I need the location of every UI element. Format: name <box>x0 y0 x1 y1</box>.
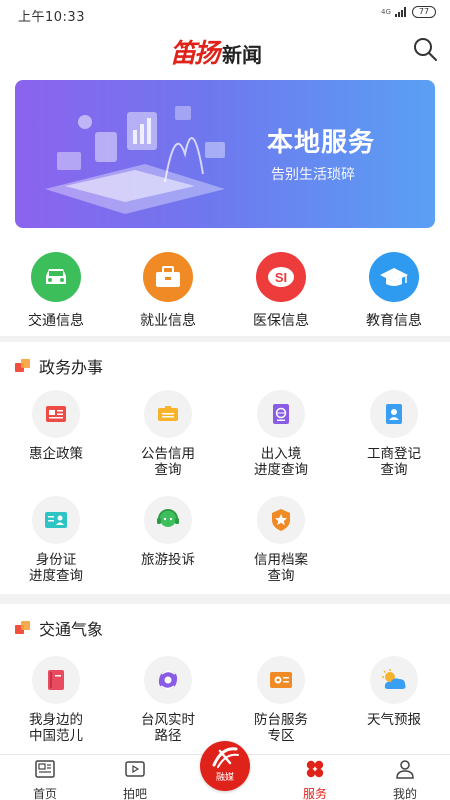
banner-section: 本地服务 告别生活琐碎 <box>0 70 450 240</box>
bottom-tab-bar: 首页 拍吧 融媒 服务 我的 <box>0 741 450 800</box>
quick-item-label: 就业信息 <box>140 313 196 329</box>
quick-item-medical[interactable]: SI 医保信息 <box>225 252 337 330</box>
gov-item-label: 出入境 进度查询 <box>254 446 308 478</box>
tab-label: 首页 <box>32 787 57 800</box>
traffic-item-weather[interactable]: 天气预报 <box>338 656 450 728</box>
traffic-item-label: 防台服务 专区 <box>254 712 308 744</box>
gov-item-policy[interactable]: 惠企政策 <box>0 390 112 462</box>
newspaper-icon <box>35 760 55 778</box>
brand-logo: 笛扬 <box>170 39 220 69</box>
traffic-section: 交通气象 我身边的 中国范儿 台风实时 路径 防台服务 专区 天气预报 <box>0 604 450 754</box>
car-icon <box>31 252 81 302</box>
tab-label: 服务 <box>302 787 327 800</box>
credit-badge-icon <box>257 496 305 544</box>
tab-mine[interactable]: 我的 <box>360 759 450 800</box>
announcement-icon <box>144 390 192 438</box>
id-card-icon <box>32 496 80 544</box>
status-indicators: 4G 77 <box>381 6 436 18</box>
section-marker-icon <box>15 359 33 373</box>
quick-item-employment[interactable]: 就业信息 <box>112 252 224 330</box>
business-license-icon <box>370 390 418 438</box>
banner-illustration <box>45 106 225 214</box>
brand-news-label: 新闻 <box>222 43 263 67</box>
gov-item-label: 旅游投诉 <box>141 552 195 568</box>
quick-services: 交通信息 就业信息 SI 医保信息 教育信息 <box>0 240 450 336</box>
gov-item-label: 工商登记 查询 <box>367 446 421 478</box>
user-icon <box>396 760 414 779</box>
traffic-item-typhoon-service[interactable]: 防台服务 专区 <box>225 656 337 744</box>
traffic-item-china-style[interactable]: 我身边的 中国范儿 <box>0 656 112 744</box>
social-security-icon: SI <box>256 252 306 302</box>
gov-item-label: 信用档案 查询 <box>254 552 308 584</box>
svg-text:SI: SI <box>275 270 287 285</box>
shelter-service-icon <box>257 656 305 704</box>
traffic-item-typhoon[interactable]: 台风实时 路径 <box>112 656 224 744</box>
tab-label: 拍吧 <box>122 787 147 800</box>
tab-rongmei[interactable]: 融媒 <box>200 741 250 791</box>
gov-item-label: 惠企政策 <box>29 446 83 462</box>
services-grid-icon <box>306 760 324 778</box>
app-logo: 笛扬 新闻 <box>170 33 262 70</box>
gov-item-exit-entry[interactable]: 出入境 进度查询 <box>225 390 337 478</box>
tab-label: 融媒 <box>215 773 234 783</box>
gov-section-header: 政务办事 <box>15 354 103 378</box>
search-icon[interactable] <box>412 36 438 62</box>
quick-item-label: 教育信息 <box>366 313 422 329</box>
tab-services[interactable]: 服务 <box>270 759 360 800</box>
network-type: 4G <box>381 7 391 16</box>
video-icon <box>125 761 145 777</box>
graduation-cap-icon <box>369 252 419 302</box>
traffic-item-label: 天气预报 <box>367 712 421 728</box>
banner-subtitle: 告别生活琐碎 <box>271 167 355 183</box>
quick-item-education[interactable]: 教育信息 <box>338 252 450 330</box>
tab-label: 我的 <box>392 787 417 800</box>
gov-item-tourism-complaint[interactable]: 旅游投诉 <box>112 496 224 568</box>
status-time: 上午10:33 <box>18 10 85 25</box>
status-bar: 上午10:33 4G 77 <box>0 0 450 26</box>
app-header: 笛扬 新闻 <box>0 26 450 70</box>
banner-title: 本地服务 <box>267 128 376 158</box>
customer-service-icon <box>144 496 192 544</box>
battery-icon: 77 <box>412 6 436 18</box>
media-logo-icon <box>212 747 239 768</box>
quick-item-label: 交通信息 <box>28 313 84 329</box>
quick-item-traffic[interactable]: 交通信息 <box>0 252 112 330</box>
traffic-item-label: 我身边的 中国范儿 <box>29 712 83 744</box>
tab-paiba[interactable]: 拍吧 <box>90 759 180 800</box>
policy-document-icon <box>32 390 80 438</box>
banner[interactable]: 本地服务 告别生活琐碎 <box>15 80 435 228</box>
briefcase-icon <box>143 252 193 302</box>
traffic-section-header: 交通气象 <box>15 616 103 640</box>
book-icon <box>32 656 80 704</box>
gov-section: 政务办事 惠企政策 公告信用 查询 出入境 进度查询 工商登记 查询 身份证 进… <box>0 342 450 594</box>
gov-item-label: 身份证 进度查询 <box>29 552 83 584</box>
gov-item-id-card[interactable]: 身份证 进度查询 <box>0 496 112 584</box>
weather-icon <box>370 656 418 704</box>
signal-icon <box>395 7 406 17</box>
section-title: 政务办事 <box>39 358 104 377</box>
section-marker-icon <box>15 621 33 635</box>
gov-item-credit-notice[interactable]: 公告信用 查询 <box>112 390 224 478</box>
tab-home[interactable]: 首页 <box>0 759 90 800</box>
traffic-item-label: 台风实时 路径 <box>141 712 195 744</box>
gov-item-business[interactable]: 工商登记 查询 <box>338 390 450 478</box>
quick-item-label: 医保信息 <box>253 313 309 329</box>
gov-item-label: 公告信用 查询 <box>141 446 195 478</box>
passport-icon <box>257 390 305 438</box>
section-title: 交通气象 <box>39 620 104 639</box>
typhoon-icon <box>144 656 192 704</box>
gov-item-credit-archive[interactable]: 信用档案 查询 <box>225 496 337 584</box>
